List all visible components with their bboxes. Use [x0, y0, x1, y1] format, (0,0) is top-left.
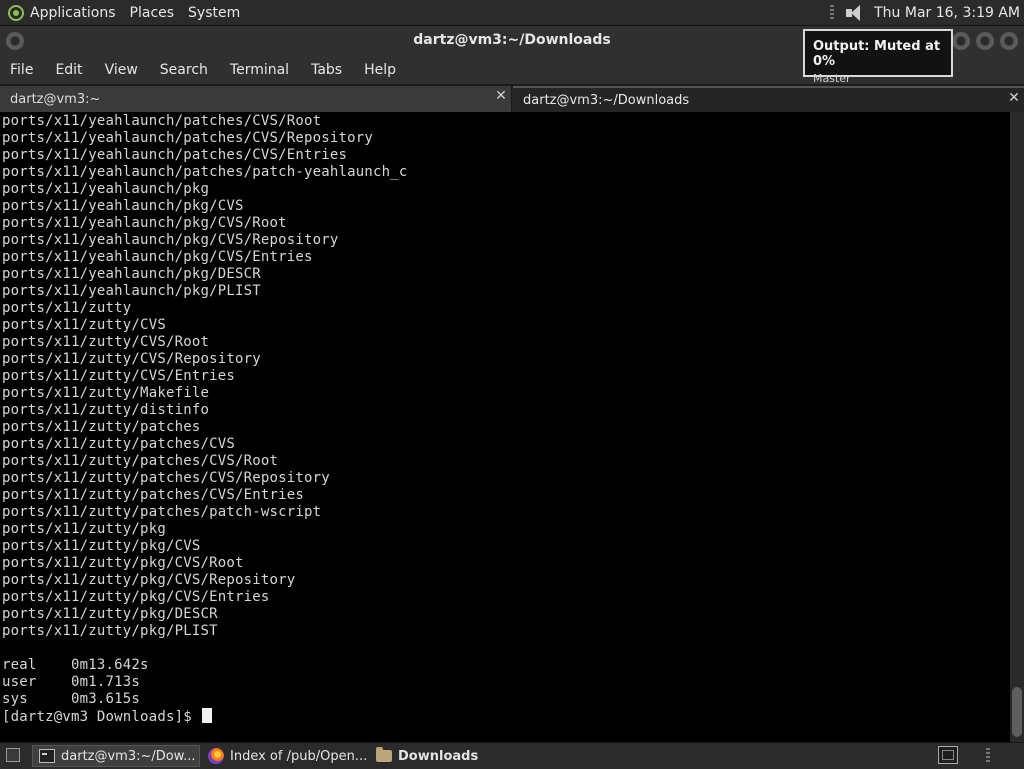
terminal-line: real 0m13.642s	[2, 657, 149, 673]
shell-prompt: [dartz@vm3 Downloads]$	[2, 709, 201, 725]
taskbar-item-label: Downloads	[398, 748, 479, 764]
terminal-line: ports/x11/zutty/CVS/Repository	[2, 351, 261, 367]
notification-title: Output: Muted at 0%	[813, 39, 941, 69]
terminal-icon	[39, 749, 55, 763]
terminal-line: ports/x11/yeahlaunch/patches/CVS/Root	[2, 113, 322, 129]
terminal-line: ports/x11/zutty/patches/patch-wscript	[2, 504, 322, 520]
tab-label: dartz@vm3:~	[10, 91, 101, 107]
close-icon[interactable]	[1000, 32, 1018, 50]
terminal-line: ports/x11/zutty/pkg/CVS	[2, 538, 201, 554]
terminal-line: ports/x11/yeahlaunch/pkg/DESCR	[2, 266, 261, 282]
workspace-switcher-icon[interactable]	[938, 746, 958, 764]
terminal-line: ports/x11/zutty	[2, 300, 132, 316]
tab-label: dartz@vm3:~/Downloads	[523, 92, 690, 108]
clock[interactable]: Thu Mar 16, 3:19 AM	[874, 5, 1020, 21]
minimize-icon[interactable]	[952, 32, 970, 50]
tab-downloads[interactable]: dartz@vm3:~/Downloads ✕	[513, 86, 1024, 112]
terminal-line: ports/x11/zutty/pkg/PLIST	[2, 623, 218, 639]
folder-icon	[376, 747, 392, 762]
maximize-icon[interactable]	[976, 32, 994, 50]
terminal-line: ports/x11/zutty/CVS/Entries	[2, 368, 235, 384]
terminal-line: ports/x11/zutty/patches	[2, 419, 201, 435]
text-cursor	[202, 708, 213, 723]
terminal-line: ports/x11/yeahlaunch/pkg/CVS/Root	[2, 215, 287, 231]
taskbar-item-firefox[interactable]: Index of /pub/Open...	[202, 745, 370, 767]
bottom-panel: dartz@vm3:~/Dow... Index of /pub/Open...…	[0, 742, 1024, 769]
terminal-prompt-line: [dartz@vm3 Downloads]$	[2, 708, 408, 725]
terminal-line: ports/x11/yeahlaunch/patches/CVS/Entries	[2, 147, 348, 163]
tab-close-icon[interactable]: ✕	[1008, 91, 1020, 105]
terminal-line: user 0m1.713s	[2, 674, 141, 690]
terminal-line: ports/x11/zutty/pkg	[2, 521, 166, 537]
terminal-line: ports/x11/zutty/patches/CVS/Repository	[2, 470, 330, 486]
tab-bar: dartz@vm3:~ ✕ dartz@vm3:~/Downloads ✕	[0, 86, 1024, 112]
menu-tabs[interactable]: Tabs	[311, 62, 342, 78]
terminal-line: ports/x11/zutty/pkg/CVS/Entries	[2, 589, 270, 605]
terminal-lines: ports/x11/yeahlaunch/patches/CVS/Root por…	[2, 113, 408, 725]
terminal-output[interactable]: ports/x11/yeahlaunch/patches/CVS/Root por…	[0, 112, 1010, 742]
scrollbar-thumb[interactable]	[1012, 687, 1022, 737]
taskbar-item-downloads[interactable]: Downloads	[370, 745, 538, 767]
terminal-line: ports/x11/zutty/patches/CVS/Root	[2, 453, 279, 469]
panel-grip-icon	[986, 748, 990, 764]
menu-search[interactable]: Search	[160, 62, 208, 78]
terminal-line: ports/x11/zutty/patches/CVS	[2, 436, 235, 452]
terminal-line: sys 0m3.615s	[2, 691, 141, 707]
tab-home[interactable]: dartz@vm3:~ ✕	[0, 86, 512, 112]
terminal-line: ports/x11/yeahlaunch/pkg/PLIST	[2, 283, 261, 299]
terminal-line: ports/x11/yeahlaunch/pkg/CVS/Repository	[2, 232, 339, 248]
terminal-line: ports/x11/zutty/pkg/DESCR	[2, 606, 218, 622]
taskbar-item-label: Index of /pub/Open...	[230, 748, 368, 764]
volume-icon[interactable]	[844, 4, 864, 22]
menu-places[interactable]: Places	[130, 5, 175, 21]
terminal-line: ports/x11/yeahlaunch/pkg/CVS/Entries	[2, 249, 313, 265]
terminal-line: ports/x11/zutty/patches/CVS/Entries	[2, 487, 305, 503]
firefox-icon	[208, 748, 224, 764]
menu-help[interactable]: Help	[364, 62, 396, 78]
terminal-line: ports/x11/yeahlaunch/pkg	[2, 181, 210, 197]
terminal-line: ports/x11/zutty/CVS/Root	[2, 334, 210, 350]
distro-logo-icon[interactable]	[8, 4, 24, 21]
menu-view[interactable]: View	[105, 62, 138, 78]
terminal-line: ports/x11/zutty/pkg/CVS/Root	[2, 555, 244, 571]
taskbar-item-terminal[interactable]: dartz@vm3:~/Dow...	[32, 745, 200, 767]
terminal-scrollbar[interactable]	[1010, 112, 1024, 742]
notification-body: Master	[813, 72, 851, 85]
menu-file[interactable]: File	[10, 62, 33, 78]
menu-system[interactable]: System	[188, 5, 240, 21]
menu-applications[interactable]: Applications	[30, 5, 116, 21]
volume-notification: Output: Muted at 0% Master	[803, 29, 953, 85]
menu-edit[interactable]: Edit	[55, 62, 82, 78]
terminal-line: ports/x11/zutty/distinfo	[2, 402, 210, 418]
show-desktop-icon[interactable]	[6, 748, 20, 762]
terminal-line: ports/x11/yeahlaunch/patches/patch-yeahl…	[2, 164, 408, 180]
panel-grip-icon	[830, 4, 835, 21]
taskbar-item-label: dartz@vm3:~/Dow...	[61, 748, 196, 764]
terminal-line: ports/x11/yeahlaunch/pkg/CVS	[2, 198, 244, 214]
menu-terminal[interactable]: Terminal	[230, 62, 289, 78]
terminal-line: ports/x11/yeahlaunch/patches/CVS/Reposit…	[2, 130, 374, 146]
top-panel: Applications Places System Thu Mar 16, 3…	[0, 0, 1024, 26]
top-panel-tray: Thu Mar 16, 3:19 AM	[830, 0, 1020, 25]
terminal-line: ports/x11/zutty/CVS	[2, 317, 166, 333]
terminal-line: ports/x11/zutty/Makefile	[2, 385, 210, 401]
tab-close-icon[interactable]: ✕	[495, 89, 507, 103]
terminal-line: ports/x11/zutty/pkg/CVS/Repository	[2, 572, 296, 588]
